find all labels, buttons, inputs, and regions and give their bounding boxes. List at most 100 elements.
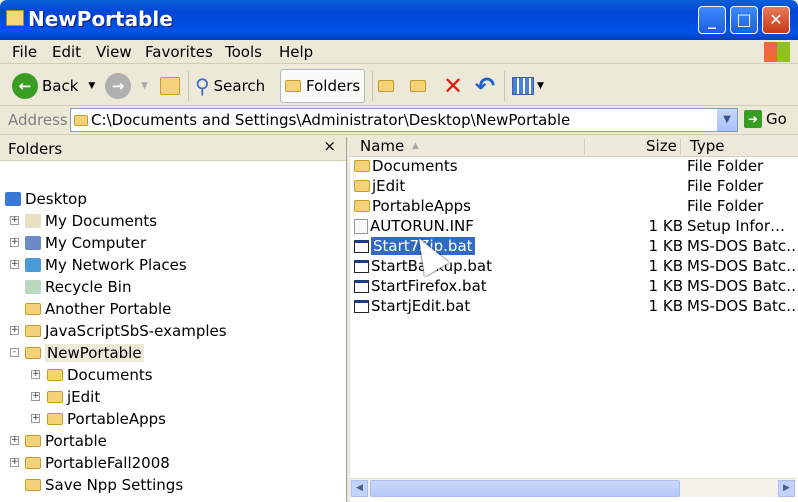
menu-help[interactable]: Help bbox=[279, 43, 313, 61]
expand-toggle[interactable]: + bbox=[31, 392, 40, 401]
delete-button[interactable]: ✕ bbox=[443, 69, 463, 103]
desktop-icon bbox=[5, 192, 21, 206]
expand-toggle[interactable]: + bbox=[31, 370, 40, 379]
expand-toggle[interactable]: + bbox=[10, 216, 19, 225]
move-to-button[interactable] bbox=[378, 69, 394, 103]
search-button[interactable]: ⚲ Search bbox=[195, 69, 265, 103]
folder-icon bbox=[25, 347, 41, 359]
folder-icon bbox=[354, 180, 370, 192]
tree-item-label: Documents bbox=[67, 366, 153, 384]
file-row[interactable]: StartFirefox.bat 1 KB MS-DOS Batc… bbox=[350, 277, 798, 297]
tree-item[interactable]: Portable bbox=[25, 431, 107, 451]
tree-item[interactable]: jEdit bbox=[47, 387, 100, 407]
scroll-thumb[interactable] bbox=[370, 480, 680, 497]
folders-pane-title: Folders bbox=[8, 140, 63, 158]
horizontal-scrollbar[interactable]: ◀ ▶ bbox=[350, 478, 796, 497]
menu-tools[interactable]: Tools bbox=[225, 43, 262, 61]
scroll-right-button[interactable]: ▶ bbox=[778, 480, 795, 497]
minimize-button[interactable]: _ bbox=[698, 6, 726, 34]
tree-item[interactable]: Documents bbox=[47, 365, 153, 385]
tree-item[interactable]: NewPortable bbox=[25, 343, 144, 363]
address-bar: Address C:\Documents and Settings\Admini… bbox=[0, 106, 798, 135]
go-label: Go bbox=[766, 110, 787, 128]
file-row[interactable]: AUTORUN.INF 1 KB Setup Infor… bbox=[350, 217, 798, 237]
file-name: jEdit bbox=[372, 177, 406, 195]
tree-item-label: JavaScriptSbS-examples bbox=[45, 322, 227, 340]
forward-arrow-icon: → bbox=[105, 73, 131, 99]
tree-item[interactable]: Another Portable bbox=[25, 299, 171, 319]
folder-icon bbox=[25, 457, 41, 469]
back-arrow-icon: ← bbox=[12, 73, 38, 99]
file-name: Documents bbox=[372, 157, 458, 175]
menu-file[interactable]: File bbox=[12, 43, 37, 61]
tree-item-label: PortableApps bbox=[67, 410, 166, 428]
folder-icon bbox=[47, 391, 63, 403]
file-row[interactable]: PortableApps File Folder bbox=[350, 197, 798, 217]
search-label: Search bbox=[213, 77, 266, 95]
folders-label: Folders bbox=[306, 77, 361, 95]
close-pane-button[interactable]: × bbox=[323, 137, 336, 155]
go-button[interactable]: ➜ Go bbox=[744, 110, 787, 128]
file-row[interactable]: Documents File Folder bbox=[350, 157, 798, 177]
tree-item[interactable]: PortableFall2008 bbox=[25, 453, 170, 473]
expand-toggle[interactable]: - bbox=[10, 348, 19, 357]
maximize-button[interactable]: □ bbox=[730, 6, 758, 34]
address-input[interactable]: C:\Documents and Settings\Administrator\… bbox=[70, 108, 738, 132]
menu-edit[interactable]: Edit bbox=[52, 43, 81, 61]
tree-item[interactable]: Save Npp Settings bbox=[25, 475, 183, 495]
tree-item[interactable]: My Network Places bbox=[25, 255, 187, 275]
expand-toggle[interactable]: + bbox=[10, 326, 19, 335]
tree-item[interactable]: JavaScriptSbS-examples bbox=[25, 321, 227, 341]
batch-file-icon bbox=[354, 259, 369, 273]
up-folder-button[interactable] bbox=[160, 69, 180, 103]
tree-item[interactable]: Recycle Bin bbox=[25, 277, 131, 297]
column-name[interactable]: Name bbox=[360, 137, 404, 155]
network-places-icon bbox=[25, 258, 41, 272]
tree-item-label: My Documents bbox=[45, 212, 158, 230]
expand-toggle[interactable]: + bbox=[10, 436, 19, 445]
my-documents-icon bbox=[25, 214, 41, 228]
batch-file-icon bbox=[354, 279, 369, 293]
go-arrow-icon: ➜ bbox=[744, 110, 762, 128]
expand-toggle[interactable]: + bbox=[10, 238, 19, 247]
recycle-bin-icon bbox=[25, 280, 41, 294]
sort-asc-icon: ▲ bbox=[412, 141, 419, 151]
folder-icon bbox=[25, 303, 41, 315]
menu-favorites[interactable]: Favorites bbox=[145, 43, 213, 61]
forward-button[interactable]: → ▼ bbox=[105, 69, 148, 103]
views-icon bbox=[512, 77, 534, 95]
scroll-left-button[interactable]: ◀ bbox=[351, 480, 368, 497]
tree-item[interactable]: My Computer bbox=[25, 233, 146, 253]
menu-view[interactable]: View bbox=[96, 43, 132, 61]
views-button[interactable]: ▼ bbox=[512, 69, 544, 103]
file-type: MS-DOS Batc… bbox=[687, 297, 798, 315]
delete-x-icon: ✕ bbox=[443, 72, 464, 100]
copy-to-button[interactable] bbox=[410, 69, 426, 103]
expand-toggle[interactable]: + bbox=[10, 260, 19, 269]
column-size[interactable]: Size bbox=[646, 137, 677, 155]
copy-to-icon bbox=[410, 80, 426, 92]
tree-item-label: My Network Places bbox=[45, 256, 187, 274]
folder-icon bbox=[47, 413, 63, 425]
tree-item-label: Desktop bbox=[25, 190, 87, 208]
folder-icon bbox=[25, 435, 41, 447]
folder-icon bbox=[25, 325, 41, 337]
tree-item[interactable]: PortableApps bbox=[47, 409, 166, 429]
back-button[interactable]: ← Back ▼ bbox=[12, 69, 95, 103]
column-type[interactable]: Type bbox=[690, 137, 724, 155]
tree-item-label: Save Npp Settings bbox=[45, 476, 184, 494]
address-dropdown-button[interactable]: ▼ bbox=[717, 109, 737, 131]
menu-bar: File Edit View Favorites Tools Help bbox=[0, 40, 798, 64]
file-row[interactable]: jEdit File Folder bbox=[350, 177, 798, 197]
undo-button[interactable]: ↶ bbox=[475, 69, 495, 103]
file-name: StartFirefox.bat bbox=[371, 277, 487, 295]
folder-icon bbox=[6, 10, 24, 26]
tree-item[interactable]: My Documents bbox=[25, 211, 157, 231]
folders-button[interactable]: Folders bbox=[280, 69, 366, 103]
close-button[interactable]: ✕ bbox=[762, 6, 790, 34]
expand-toggle[interactable]: + bbox=[10, 458, 19, 467]
tree-item[interactable]: Desktop bbox=[5, 189, 87, 209]
column-headers: Name ▲ Size Type bbox=[350, 137, 798, 157]
expand-toggle[interactable]: + bbox=[31, 414, 40, 423]
file-row[interactable]: StartjEdit.bat 1 KB MS-DOS Batc… bbox=[350, 297, 798, 317]
